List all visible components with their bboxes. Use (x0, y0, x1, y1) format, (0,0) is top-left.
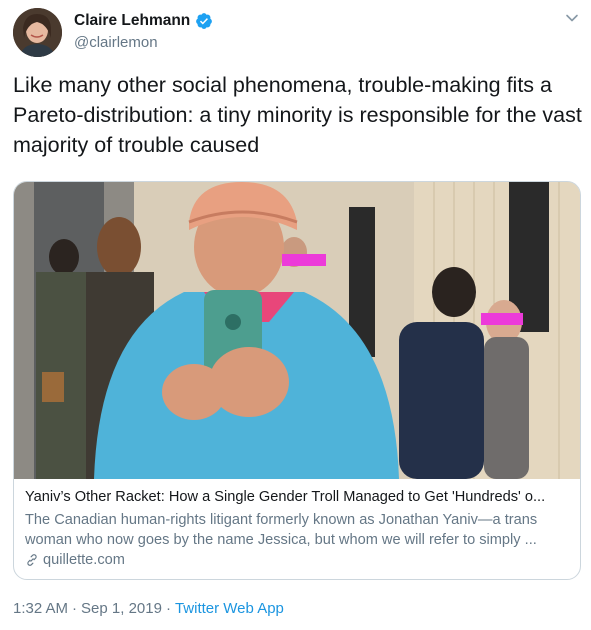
link-preview-domain-text[interactable]: quillette.com (43, 552, 125, 568)
meta-separator: · (72, 600, 78, 617)
avatar[interactable] (13, 8, 62, 57)
link-preview-image[interactable] (14, 182, 580, 479)
tweet-meta: 1:32 AM · Sep 1, 2019 · Twitter Web App (13, 600, 284, 617)
author-name-row[interactable]: Claire Lehmann (74, 12, 213, 30)
link-preview-description-line-1: The Canadian human-rights litigant forme… (25, 512, 538, 528)
tweet-text: Like many other social phenomena, troubl… (13, 73, 582, 157)
link-preview-text[interactable]: Yaniv’s Other Racket: How a Single Gende… (25, 487, 573, 568)
author-handle[interactable]: @clairlemon (74, 34, 158, 51)
meta-separator: · (165, 600, 171, 617)
chevron-down-icon[interactable] (564, 10, 580, 26)
tweet-time[interactable]: 1:32 AM (13, 600, 68, 617)
link-preview-description-line-2: woman who now goes by the name Jessica, … (25, 532, 537, 548)
tweet: Claire Lehmann @clairlemon Like many oth… (0, 0, 591, 630)
link-preview-photo-icon (14, 182, 580, 479)
link-preview-title[interactable]: Yaniv’s Other Racket: How a Single Gende… (25, 487, 573, 507)
link-preview-description: The Canadian human-rights litigant forme… (25, 510, 573, 550)
tweet-date[interactable]: Sep 1, 2019 (81, 600, 162, 617)
link-icon (27, 554, 37, 566)
verified-badge-icon (196, 13, 213, 29)
link-preview-card[interactable]: Yaniv’s Other Racket: How a Single Gende… (13, 181, 581, 580)
tweet-source[interactable]: Twitter Web App (175, 600, 284, 617)
profile-photo-icon (13, 8, 62, 57)
link-preview-domain[interactable]: quillette.com (25, 552, 573, 568)
author-name[interactable]: Claire Lehmann (74, 12, 190, 30)
